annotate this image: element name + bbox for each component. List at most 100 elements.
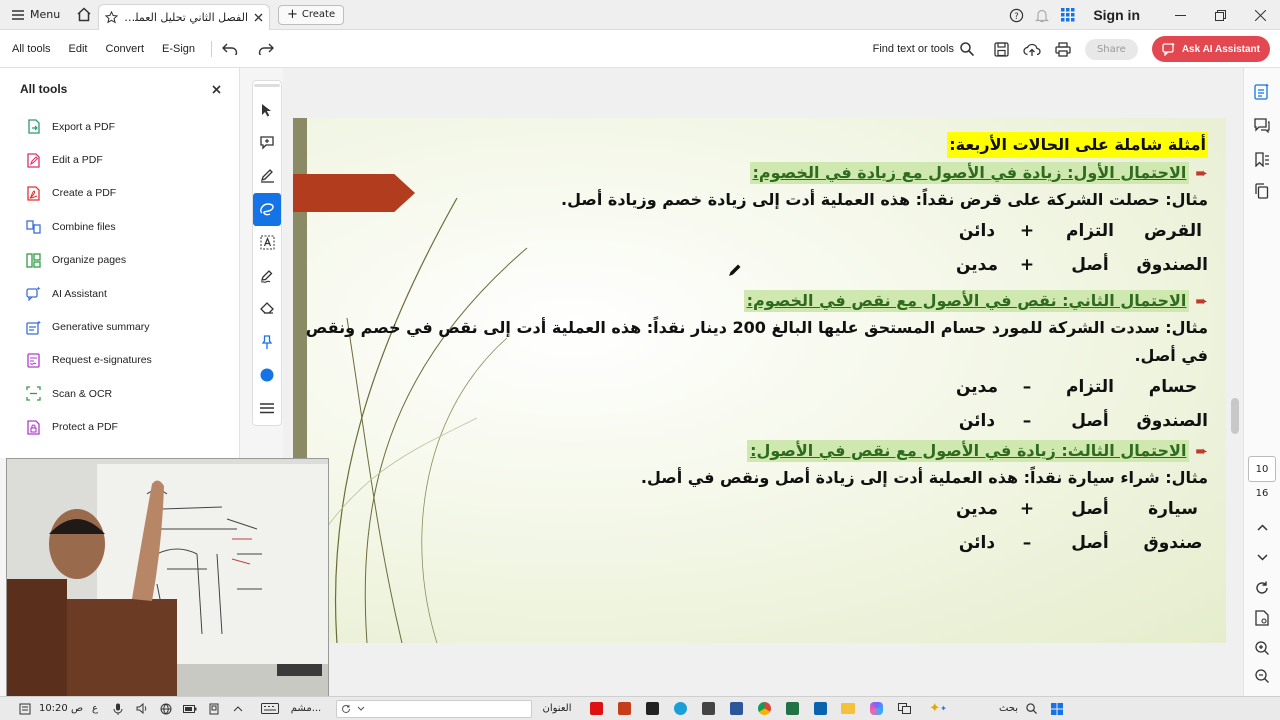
tool-item-ai-assistant[interactable]: AI Assistant xyxy=(0,277,239,310)
close-tab-icon[interactable] xyxy=(254,13,263,22)
tool-item-scan-ocr[interactable]: Scan & OCR xyxy=(0,377,239,410)
taskbar-app-acrobat[interactable] xyxy=(582,697,610,720)
create-button[interactable]: + Create xyxy=(278,4,345,25)
taskbar-address-box[interactable] xyxy=(336,699,532,718)
color-picker[interactable] xyxy=(253,359,281,392)
taskbar-app-mail[interactable] xyxy=(806,697,834,720)
taskbar-tray-expand[interactable] xyxy=(226,697,250,720)
taskbar-app-chrome[interactable] xyxy=(750,697,778,720)
highlight-tool[interactable] xyxy=(253,159,281,192)
restore-button[interactable] xyxy=(1200,9,1240,21)
main-toolbar: All tools Edit Convert E-Sign Find text … xyxy=(0,30,1280,68)
tool-item-create-pdf[interactable]: Create a PDF xyxy=(0,177,239,210)
pages-button[interactable] xyxy=(1251,180,1273,202)
taskbar-search-label[interactable]: بحث xyxy=(958,697,1018,720)
minimize-button[interactable] xyxy=(1160,10,1200,21)
menu-convert[interactable]: Convert xyxy=(106,43,145,55)
taskbar-task-view[interactable] xyxy=(890,697,918,720)
document-canvas[interactable]: أمثلة شاملة على الحالات الأربعة: ➨ الاحتم… xyxy=(283,68,1243,696)
line-weight-tool[interactable] xyxy=(253,392,281,425)
tool-item-generative-summary[interactable]: Generative summary xyxy=(0,310,239,343)
zoom-in-button[interactable] xyxy=(1251,637,1273,659)
taskbar-language[interactable]: ع xyxy=(84,697,106,720)
pin-tool[interactable] xyxy=(253,325,281,358)
pdf-page[interactable]: أمثلة شاملة على الحالات الأربعة: ➨ الاحتم… xyxy=(293,118,1226,643)
previous-page-button[interactable] xyxy=(1251,516,1273,538)
eraser-tool[interactable] xyxy=(253,292,281,325)
share-button[interactable]: Share xyxy=(1084,38,1138,60)
zoom-in-icon xyxy=(1255,641,1269,655)
taskbar-clock[interactable]: 10:20 ص xyxy=(38,697,84,720)
refresh-button[interactable] xyxy=(1251,577,1273,599)
upload-cloud-icon[interactable] xyxy=(1023,42,1041,57)
taskbar-mic[interactable] xyxy=(106,697,130,720)
tool-item-combine-files[interactable]: Combine files xyxy=(0,210,239,243)
powerpoint-icon xyxy=(617,702,631,715)
text-box-tool[interactable] xyxy=(253,226,281,259)
vertical-scrollbar[interactable] xyxy=(1228,68,1242,696)
toolbar-grip[interactable] xyxy=(254,84,280,87)
help-button[interactable]: ? xyxy=(1003,8,1029,23)
taskbar-network[interactable] xyxy=(154,697,178,720)
tool-item-request-esign[interactable]: Request e-signatures xyxy=(0,344,239,377)
taskbar-start-button[interactable] xyxy=(1044,697,1070,720)
comment-tool[interactable] xyxy=(253,126,281,159)
page-properties-button[interactable] xyxy=(1251,607,1273,629)
tool-item-edit-pdf[interactable]: Edit a PDF xyxy=(0,143,239,176)
next-page-button[interactable] xyxy=(1251,546,1273,568)
taskbar-app-edge[interactable] xyxy=(666,697,694,720)
taskbar-devices[interactable] xyxy=(202,697,226,720)
taskbar-app-label[interactable]: مشم... xyxy=(286,697,326,720)
select-tool[interactable] xyxy=(253,93,281,126)
taskbar-app-word[interactable] xyxy=(722,697,750,720)
star-icon[interactable] xyxy=(105,10,118,24)
print-icon[interactable] xyxy=(1055,41,1071,57)
current-page-input[interactable]: 10 xyxy=(1248,456,1276,482)
taskbar-search-button[interactable] xyxy=(1018,697,1044,720)
close-icon xyxy=(1254,9,1266,21)
zoom-out-icon xyxy=(1255,669,1269,683)
redo-icon[interactable] xyxy=(258,43,275,55)
term-type: أصل xyxy=(1071,499,1109,519)
copy-pages-icon xyxy=(1255,183,1269,199)
tool-item-export-pdf[interactable]: Export a PDF xyxy=(0,110,239,143)
menu-edit[interactable]: Edit xyxy=(69,43,88,55)
taskbar-app-explorer[interactable] xyxy=(834,697,862,720)
bookmarks-button[interactable] xyxy=(1251,148,1273,170)
save-icon[interactable] xyxy=(994,41,1009,57)
text-select-icon xyxy=(260,235,274,250)
taskbar-app-store[interactable] xyxy=(694,697,722,720)
taskbar-keyboard[interactable] xyxy=(254,697,286,720)
properties-button[interactable] xyxy=(1251,80,1273,102)
draw-tool[interactable] xyxy=(253,192,281,226)
taskbar-app-powerpoint[interactable] xyxy=(610,697,638,720)
apps-button[interactable] xyxy=(1055,8,1081,22)
taskbar-volume[interactable] xyxy=(130,697,154,720)
sign-in-button[interactable]: Sign in xyxy=(1093,7,1140,23)
taskbar-copilot-sparkle[interactable]: ✦ ✦ xyxy=(918,697,958,720)
menu-esign[interactable]: E-Sign xyxy=(162,43,195,55)
menu-all-tools[interactable]: All tools xyxy=(12,43,51,55)
document-tab[interactable]: الفصل الثاني تحليل العمليات ا... xyxy=(98,3,270,30)
tool-item-protect-pdf[interactable]: Protect a PDF xyxy=(0,411,239,444)
sign-tool[interactable] xyxy=(253,259,281,292)
taskbar-app-copilot[interactable] xyxy=(862,697,890,720)
taskbar-app-media[interactable] xyxy=(638,697,666,720)
ask-ai-assistant-button[interactable]: Ask AI Assistant xyxy=(1151,36,1270,62)
close-panel-icon[interactable] xyxy=(212,84,221,94)
term-type: أصل xyxy=(1071,533,1109,553)
taskbar-battery[interactable] xyxy=(178,697,202,720)
tool-item-organize-pages[interactable]: Organize pages xyxy=(0,244,239,277)
zoom-out-button[interactable] xyxy=(1251,665,1273,687)
scrollbar-thumb[interactable] xyxy=(1231,398,1239,434)
notifications-button[interactable] xyxy=(1029,8,1055,23)
menu-button[interactable]: Menu xyxy=(0,8,62,21)
home-button[interactable] xyxy=(70,7,98,22)
comments-button[interactable] xyxy=(1251,114,1273,136)
taskbar-notes[interactable] xyxy=(12,697,38,720)
close-window-button[interactable] xyxy=(1240,9,1280,21)
undo-icon[interactable] xyxy=(222,43,238,55)
search-icon xyxy=(1025,703,1037,714)
taskbar-app-excel[interactable] xyxy=(778,697,806,720)
find-tools-button[interactable]: Find text or tools xyxy=(873,42,974,56)
